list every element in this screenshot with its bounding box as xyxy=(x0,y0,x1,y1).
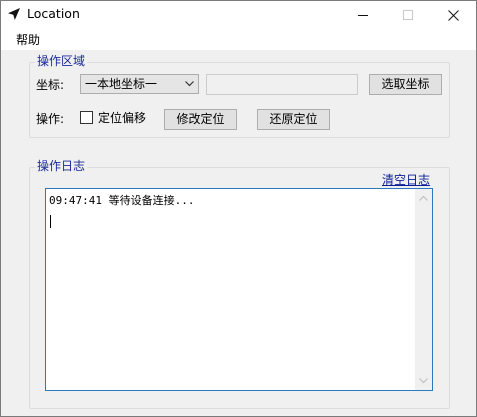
operation-group-title: 操作区域 xyxy=(35,54,88,68)
close-button[interactable] xyxy=(431,1,476,29)
menu-bar: 帮助 xyxy=(1,29,476,50)
chevron-down-icon[interactable] xyxy=(419,378,428,384)
clear-log-link[interactable]: 清空日志 xyxy=(382,172,430,188)
chevron-up-icon[interactable] xyxy=(419,195,428,201)
operation-label: 操作: xyxy=(36,112,65,126)
log-scrollbar[interactable] xyxy=(415,189,432,390)
close-icon xyxy=(448,10,459,21)
offset-checkbox-label[interactable]: 定位偏移 xyxy=(98,110,146,126)
log-textarea[interactable]: 09:47:41 等待设备连接... xyxy=(45,188,433,391)
chevron-down-icon xyxy=(185,81,194,87)
minimize-button[interactable] xyxy=(341,1,386,29)
pick-coord-button[interactable]: 选取坐标 xyxy=(369,74,442,95)
coord-select-value: 一本地坐标一 xyxy=(85,77,158,91)
log-text: 09:47:41 等待设备连接... xyxy=(49,194,195,207)
maximize-button[interactable] xyxy=(386,1,431,29)
window-title: Location xyxy=(27,6,80,21)
log-group-title: 操作日志 xyxy=(35,159,88,173)
offset-checkbox[interactable] xyxy=(80,111,93,124)
menu-item-help[interactable]: 帮助 xyxy=(10,31,46,49)
maximize-icon xyxy=(403,10,413,20)
coord-select[interactable]: 一本地坐标一 xyxy=(80,74,199,94)
text-caret xyxy=(50,215,51,228)
restore-location-button[interactable]: 还原定位 xyxy=(257,109,330,130)
navigation-arrow-icon xyxy=(8,8,20,20)
title-bar[interactable]: Location xyxy=(1,1,476,29)
minimize-icon xyxy=(358,15,368,16)
coord-input[interactable] xyxy=(206,74,358,95)
app-window: Location 帮助 操作区域 坐标: 一本地坐标一 选取坐标 操作: 定位偏… xyxy=(0,0,477,417)
coord-label: 坐标: xyxy=(36,78,65,92)
modify-location-button[interactable]: 修改定位 xyxy=(164,109,237,130)
